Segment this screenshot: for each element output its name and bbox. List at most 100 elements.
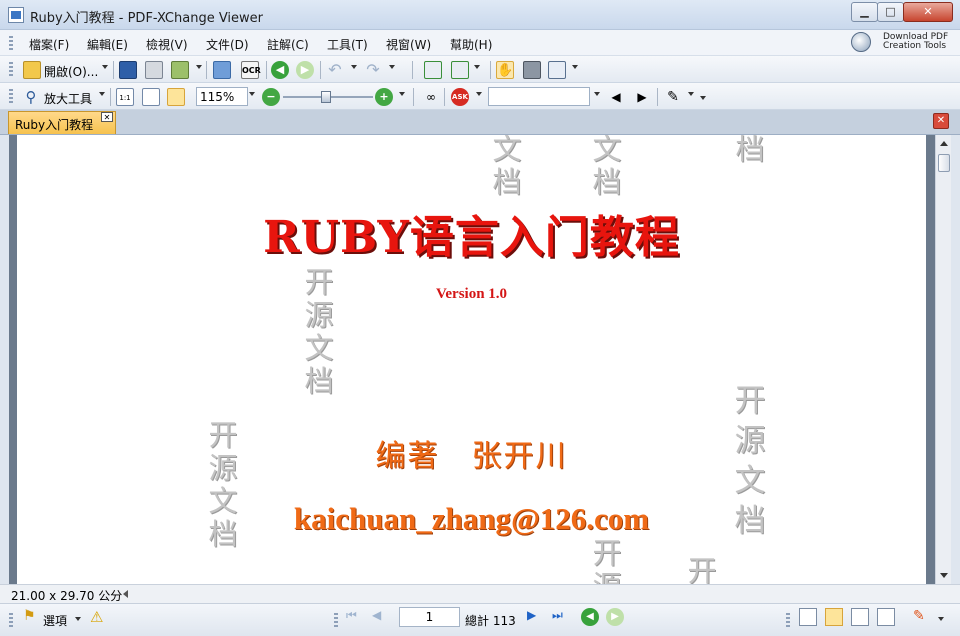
rotate-dropdown-arrow[interactable] bbox=[474, 65, 480, 69]
toolbar-grip[interactable] bbox=[9, 36, 13, 50]
document-title: RUBY语言入门教程 bbox=[263, 212, 680, 263]
zoom-in-icon[interactable]: + bbox=[375, 88, 393, 106]
current-page-input[interactable]: 1 bbox=[399, 607, 460, 627]
ocr-icon[interactable]: OCR bbox=[241, 61, 261, 79]
continuous-view-icon[interactable] bbox=[825, 608, 843, 626]
menu-help[interactable]: 幫助(H) bbox=[450, 36, 492, 53]
scan-icon[interactable] bbox=[213, 61, 231, 79]
back-arrow-icon[interactable]: ◀ bbox=[581, 608, 599, 626]
toolbar-overflow-arrow[interactable] bbox=[700, 96, 706, 100]
options-label[interactable]: 選項 bbox=[43, 612, 67, 629]
hand-tool-icon[interactable]: ✋ bbox=[496, 61, 514, 79]
main-toolbar: 開啟(O)... OCR ◀ ▶ ↶ ↷ ✋ bbox=[0, 56, 960, 83]
find-previous-icon[interactable]: ◀ bbox=[607, 88, 625, 106]
menu-tools[interactable]: 工具(T) bbox=[327, 36, 368, 53]
toolbar-grip[interactable] bbox=[9, 613, 13, 627]
menu-file[interactable]: 檔案(F) bbox=[29, 36, 69, 53]
fit-width-icon[interactable] bbox=[167, 88, 185, 106]
document-tab-strip: Ruby入门教程 ✕ ✕ bbox=[0, 110, 960, 135]
menu-edit[interactable]: 編輯(E) bbox=[87, 36, 128, 53]
toolbar-grip[interactable] bbox=[334, 613, 338, 627]
undo-dropdown-arrow[interactable] bbox=[351, 65, 357, 69]
scrollbar-thumb[interactable] bbox=[938, 154, 950, 172]
pdf-page[interactable]: 文档 文档 档 开源文档 开源文档 开源文档 开源 开 RUBY语言入门教程 V… bbox=[17, 135, 926, 584]
menu-document[interactable]: 文件(D) bbox=[206, 36, 249, 53]
close-all-tabs-button[interactable]: ✕ bbox=[933, 113, 949, 129]
export-icon[interactable] bbox=[171, 61, 189, 79]
menu-comments[interactable]: 註解(C) bbox=[267, 36, 309, 53]
previous-page-icon[interactable]: ◀ bbox=[372, 608, 390, 626]
toolbar-grip[interactable] bbox=[9, 62, 13, 76]
last-page-icon[interactable]: ⏭ bbox=[552, 608, 570, 626]
toolbar-grip[interactable] bbox=[786, 613, 790, 627]
redo-dropdown-arrow[interactable] bbox=[389, 65, 395, 69]
document-viewer[interactable]: 文档 文档 档 开源文档 开源文档 开源文档 开源 开 RUBY语言入门教程 V… bbox=[9, 135, 951, 584]
back-arrow-icon[interactable]: ◀ bbox=[271, 61, 289, 79]
maximize-button[interactable]: □ bbox=[877, 2, 904, 22]
scroll-left-arrow[interactable] bbox=[123, 590, 128, 598]
print-icon[interactable] bbox=[145, 61, 163, 79]
first-page-icon[interactable]: ⏮ bbox=[346, 608, 364, 626]
next-page-icon[interactable]: ▶ bbox=[527, 608, 545, 626]
continuous-facing-view-icon[interactable] bbox=[877, 608, 895, 626]
options-flag-icon[interactable]: ⚑ bbox=[23, 608, 41, 626]
document-tab[interactable]: Ruby入门教程 ✕ bbox=[8, 111, 116, 134]
options-dropdown-arrow[interactable] bbox=[75, 617, 81, 621]
view-options-dropdown-arrow[interactable] bbox=[938, 617, 944, 621]
binoculars-find-icon[interactable]: ∞ bbox=[422, 88, 440, 106]
fit-page-icon[interactable] bbox=[142, 88, 160, 106]
vertical-scrollbar[interactable] bbox=[935, 135, 951, 584]
ask-search-icon[interactable]: ASK bbox=[451, 88, 469, 106]
forward-arrow-icon[interactable]: ▶ bbox=[606, 608, 624, 626]
export-dropdown-arrow[interactable] bbox=[196, 65, 202, 69]
search-input[interactable] bbox=[488, 87, 590, 106]
select-dropdown-arrow[interactable] bbox=[572, 65, 578, 69]
select-text-icon[interactable] bbox=[548, 61, 566, 79]
warning-icon[interactable]: ⚠ bbox=[90, 608, 108, 626]
search-history-dropdown-arrow[interactable] bbox=[594, 92, 600, 96]
zoom-magnifier-icon[interactable]: ⚲ bbox=[22, 88, 40, 106]
search-provider-dropdown-arrow[interactable] bbox=[476, 92, 482, 96]
open-button-label[interactable]: 開啟(O)... bbox=[44, 63, 98, 80]
download-pdf-tools-button[interactable]: Download PDF Creation Tools bbox=[848, 30, 952, 54]
single-page-view-icon[interactable] bbox=[799, 608, 817, 626]
actual-size-icon[interactable]: 1:1 bbox=[116, 88, 134, 106]
menu-window[interactable]: 視窗(W) bbox=[386, 36, 431, 53]
view-toolbar: ⚲ 放大工具 1:1 115% − + ∞ ASK ◀ ▶ ✎ bbox=[0, 83, 960, 110]
highlight-tool-icon[interactable]: ✎ bbox=[664, 88, 682, 106]
close-window-button[interactable]: ✕ bbox=[903, 2, 953, 22]
zoom-level-input[interactable]: 115% bbox=[196, 87, 248, 106]
snapshot-camera-icon[interactable] bbox=[523, 61, 541, 79]
globe-icon bbox=[851, 32, 871, 52]
scroll-up-arrow[interactable] bbox=[940, 141, 948, 146]
rotate-right-icon[interactable] bbox=[451, 61, 469, 79]
menu-view[interactable]: 檢視(V) bbox=[146, 36, 188, 53]
zoom-slider[interactable] bbox=[283, 91, 373, 103]
facing-view-icon[interactable] bbox=[851, 608, 869, 626]
minimize-button[interactable]: ▁ bbox=[851, 2, 878, 22]
page-size-label: 21.00 x 29.70 公分 bbox=[11, 589, 123, 603]
open-folder-icon[interactable] bbox=[23, 61, 41, 79]
document-tab-label: Ruby入门教程 bbox=[15, 118, 94, 132]
highlight-dropdown-arrow[interactable] bbox=[688, 92, 694, 96]
redo-icon[interactable]: ↷ bbox=[364, 61, 382, 79]
scroll-down-arrow[interactable] bbox=[940, 573, 948, 578]
zoom-level-dropdown-arrow[interactable] bbox=[249, 92, 255, 96]
menu-bar: 檔案(F) 編輯(E) 檢視(V) 文件(D) 註解(C) 工具(T) 視窗(W… bbox=[0, 30, 960, 56]
watermark-text: 档 bbox=[735, 135, 765, 166]
author-email: kaichuan_zhang@126.com bbox=[293, 501, 650, 536]
find-next-icon[interactable]: ▶ bbox=[633, 88, 651, 106]
zoom-tool-label[interactable]: 放大工具 bbox=[44, 90, 92, 107]
zoom-in-dropdown-arrow[interactable] bbox=[399, 92, 405, 96]
zoom-tool-dropdown-arrow[interactable] bbox=[99, 92, 105, 96]
forward-arrow-icon[interactable]: ▶ bbox=[296, 61, 314, 79]
save-icon[interactable] bbox=[119, 61, 137, 79]
document-properties-icon[interactable]: ✎ bbox=[913, 608, 931, 626]
toolbar-grip[interactable] bbox=[9, 89, 13, 103]
zoom-slider-thumb[interactable] bbox=[321, 91, 331, 103]
open-dropdown-arrow[interactable] bbox=[102, 65, 108, 69]
tab-close-icon[interactable]: ✕ bbox=[101, 112, 113, 122]
rotate-left-icon[interactable] bbox=[424, 61, 442, 79]
undo-icon[interactable]: ↶ bbox=[326, 61, 344, 79]
zoom-out-icon[interactable]: − bbox=[262, 88, 280, 106]
